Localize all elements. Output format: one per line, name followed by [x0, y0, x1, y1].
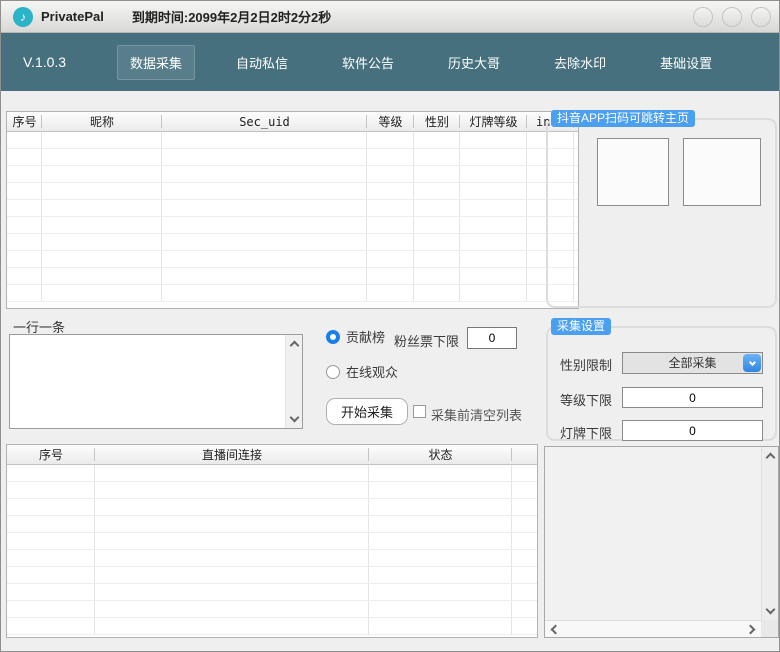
textarea-scrollbar[interactable]: [285, 335, 302, 428]
gender-limit-select[interactable]: 全部采集: [622, 352, 763, 374]
select-dropdown-button[interactable]: [743, 354, 761, 372]
column-header[interactable]: 序号: [7, 112, 42, 131]
column-header[interactable]: 状态: [369, 445, 512, 464]
table-row: [7, 268, 578, 285]
level-limit-label: 等级下限: [560, 390, 612, 409]
nav-tab-4[interactable]: 去除水印: [541, 45, 619, 80]
expiry-time: 到期时间:2099年2月2日2时2分2秒: [132, 7, 331, 26]
collect-settings-title: 采集设置: [551, 318, 611, 335]
room-table[interactable]: 序号直播间连接状态: [6, 444, 538, 638]
table-row: [7, 618, 537, 635]
nav-tab-3[interactable]: 历史大哥: [435, 45, 513, 80]
version-label: V.1.0.3: [23, 54, 91, 70]
table-row: [7, 567, 537, 584]
user-table-header: 序号昵称Sec_uid等级性别灯牌等级info: [7, 112, 578, 132]
scroll-up-icon[interactable]: [286, 337, 303, 354]
app-name: PrivatePal: [41, 9, 104, 24]
nav-tab-1[interactable]: 自动私信: [223, 45, 301, 80]
table-row: [7, 601, 537, 618]
column-header[interactable]: 直播间连接: [95, 445, 369, 464]
clear-before-collect-label: 采集前清空列表: [431, 405, 522, 424]
scroll-left-icon[interactable]: [547, 621, 564, 638]
start-collect-button[interactable]: 开始采集: [326, 398, 408, 425]
table-row: [7, 499, 537, 516]
navbar: V.1.0.3 数据采集自动私信软件公告历史大哥去除水印基础设置: [1, 33, 779, 91]
nav-tab-2[interactable]: 软件公告: [329, 45, 407, 80]
table-row: [7, 183, 578, 200]
qr-panel-title: 抖音APP扫码可跳转主页: [551, 110, 695, 127]
radio-dot-contribution[interactable]: [326, 330, 340, 344]
nav-tabs: 数据采集自动私信软件公告历史大哥去除水印基础设置: [117, 45, 725, 80]
table-row: [7, 166, 578, 183]
table-row: [7, 217, 578, 234]
nav-tab-0[interactable]: 数据采集: [117, 45, 195, 80]
qr-code-box-2: [683, 138, 761, 206]
gender-limit-label: 性别限制: [560, 355, 612, 374]
horizontal-scrollbar[interactable]: [545, 620, 761, 637]
radio-online-label: 在线观众: [346, 362, 398, 381]
gender-limit-value: 全部采集: [668, 356, 716, 370]
scrollbar-corner: [761, 620, 778, 637]
table-row: [7, 516, 537, 533]
titlebar: ♪ PrivatePal 到期时间:2099年2月2日2时2分2秒: [1, 1, 779, 33]
user-table-body: [7, 132, 578, 302]
clear-before-collect-checkbox[interactable]: [413, 405, 426, 418]
maximize-button[interactable]: [722, 7, 742, 27]
column-header[interactable]: 序号: [7, 445, 95, 464]
table-row: [7, 200, 578, 217]
qr-panel: 抖音APP扫码可跳转主页: [546, 118, 777, 308]
table-row: [7, 132, 578, 149]
table-row: [7, 482, 537, 499]
radio-contribution-label: 贡献榜: [346, 327, 385, 346]
table-row: [7, 149, 578, 166]
qr-code-box-1: [597, 138, 669, 206]
table-row: [7, 234, 578, 251]
badge-limit-label: 灯牌下限: [560, 423, 612, 442]
fan-ticket-label: 粉丝票下限: [394, 331, 459, 350]
table-row: [7, 550, 537, 567]
column-header[interactable]: Sec_uid: [162, 112, 367, 131]
nav-tab-5[interactable]: 基础设置: [647, 45, 725, 80]
table-row: [7, 584, 537, 601]
column-header[interactable]: 等级: [367, 112, 414, 131]
table-row: [7, 285, 578, 302]
room-table-body: [7, 465, 537, 635]
list-input[interactable]: [10, 335, 285, 428]
minimize-button[interactable]: [693, 7, 713, 27]
room-table-header: 序号直播间连接状态: [7, 445, 537, 465]
window-controls: [693, 7, 771, 27]
table-row: [7, 465, 537, 482]
badge-limit-input[interactable]: [622, 420, 763, 441]
close-button[interactable]: [751, 7, 771, 27]
collect-settings-panel: 采集设置 性别限制 全部采集 等级下限 灯牌下限: [546, 326, 777, 441]
radio-contribution-list[interactable]: 贡献榜: [326, 327, 385, 346]
column-header[interactable]: 昵称: [42, 112, 162, 131]
radio-online-viewers[interactable]: 在线观众: [326, 362, 398, 381]
music-note-icon: ♪: [13, 7, 33, 27]
app-window: ♪ PrivatePal 到期时间:2099年2月2日2时2分2秒 V.1.0.…: [0, 0, 780, 652]
table-row: [7, 533, 537, 550]
result-panel[interactable]: [544, 446, 779, 638]
radio-dot-online[interactable]: [326, 365, 340, 379]
scroll-down-icon[interactable]: [286, 409, 303, 426]
fan-ticket-input[interactable]: [467, 327, 517, 349]
level-limit-input[interactable]: [622, 387, 763, 408]
scroll-down-icon[interactable]: [762, 601, 779, 618]
column-header[interactable]: 灯牌等级: [460, 112, 527, 131]
scroll-right-icon[interactable]: [742, 621, 759, 638]
list-input-box: [9, 334, 303, 429]
chevron-down-icon: [748, 358, 755, 365]
user-table[interactable]: 序号昵称Sec_uid等级性别灯牌等级info: [6, 111, 579, 309]
scroll-up-icon[interactable]: [762, 449, 779, 466]
column-header[interactable]: 性别: [414, 112, 460, 131]
vertical-scrollbar[interactable]: [761, 447, 778, 620]
table-row: [7, 251, 578, 268]
